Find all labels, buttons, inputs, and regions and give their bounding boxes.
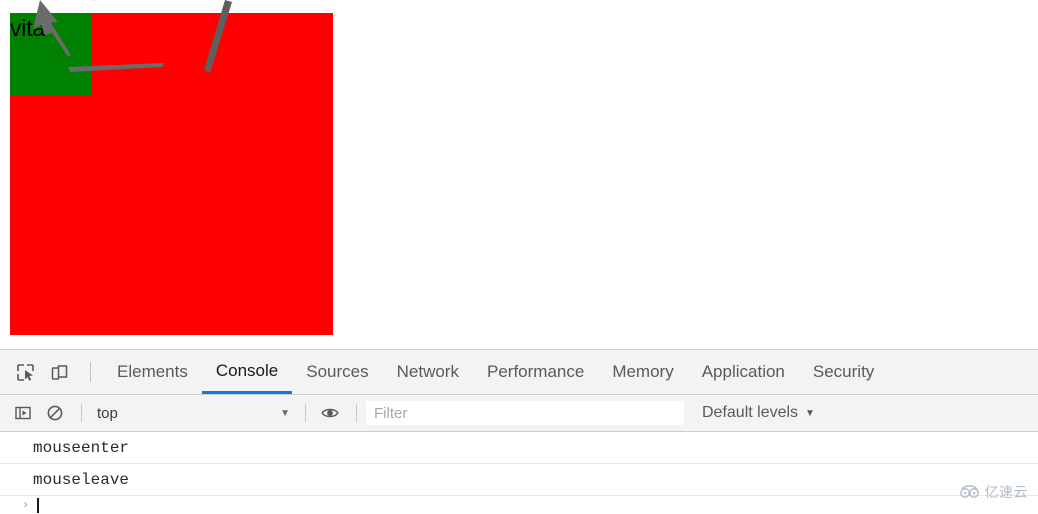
- tab-elements-label: Elements: [117, 362, 188, 381]
- tab-performance[interactable]: Performance: [473, 350, 598, 394]
- inspect-element-button[interactable]: [10, 357, 40, 387]
- tab-security[interactable]: Security: [799, 350, 888, 394]
- console-log-levels-value: Default levels: [702, 404, 799, 421]
- live-expression-button[interactable]: [315, 399, 345, 427]
- device-toolbar-icon: [51, 364, 67, 380]
- live-expression-eye-icon: [321, 408, 339, 418]
- page-viewport: vita: [0, 0, 1038, 349]
- inspect-element-icon: [16, 363, 34, 381]
- tab-network-label: Network: [396, 362, 459, 381]
- console-message-row[interactable]: mouseleave: [0, 464, 1038, 496]
- console-message-row[interactable]: mouseenter: [0, 432, 1038, 464]
- console-toolbar-divider-2: [305, 404, 306, 422]
- chevron-down-icon: ▼: [805, 407, 815, 419]
- tab-console[interactable]: Console: [201, 350, 293, 394]
- console-message-text: mouseenter: [33, 438, 130, 457]
- clear-console-button[interactable]: [40, 399, 70, 427]
- green-box-label: vita: [10, 15, 45, 41]
- tab-console-label: Console: [215, 360, 279, 380]
- console-toolbar: top ▼ Default levels ▼: [0, 395, 1038, 432]
- devtools-tabbar: Elements Console Sources Network Perform…: [0, 350, 1038, 395]
- console-sidebar-button[interactable]: [8, 399, 38, 427]
- console-toolbar-divider-3: [356, 404, 357, 422]
- console-filter-input[interactable]: [366, 401, 684, 425]
- prompt-text-caret: [37, 497, 40, 513]
- tab-security-label: Security: [812, 362, 875, 381]
- tab-application-label: Application: [701, 362, 785, 381]
- tab-network[interactable]: Network: [383, 350, 473, 394]
- toolbar-divider: [90, 362, 91, 382]
- console-log-levels-selector[interactable]: Default levels ▼: [702, 404, 815, 422]
- tab-memory[interactable]: Memory: [598, 350, 687, 394]
- console-context-value: top: [97, 404, 118, 422]
- tab-sources-label: Sources: [306, 362, 369, 381]
- console-message-text: mouseleave: [33, 470, 130, 489]
- console-context-selector[interactable]: top ▼: [91, 400, 296, 426]
- tab-sources[interactable]: Sources: [292, 350, 382, 394]
- console-sidebar-icon: [15, 406, 31, 420]
- console-message-list[interactable]: mouseenter mouseleave ›: [0, 432, 1038, 514]
- tab-memory-label: Memory: [612, 362, 674, 381]
- clear-console-icon: [47, 405, 63, 421]
- devtools-panel: Elements Console Sources Network Perform…: [0, 349, 1038, 514]
- device-toolbar-button[interactable]: [44, 357, 74, 387]
- tab-application[interactable]: Application: [688, 350, 799, 394]
- tab-elements[interactable]: Elements: [103, 350, 202, 394]
- prompt-arrow-icon: ›: [22, 498, 30, 512]
- tab-performance-label: Performance: [486, 362, 585, 381]
- console-toolbar-divider-1: [81, 404, 82, 422]
- chevron-down-icon: ▼: [280, 407, 290, 419]
- console-prompt[interactable]: ›: [0, 496, 1038, 514]
